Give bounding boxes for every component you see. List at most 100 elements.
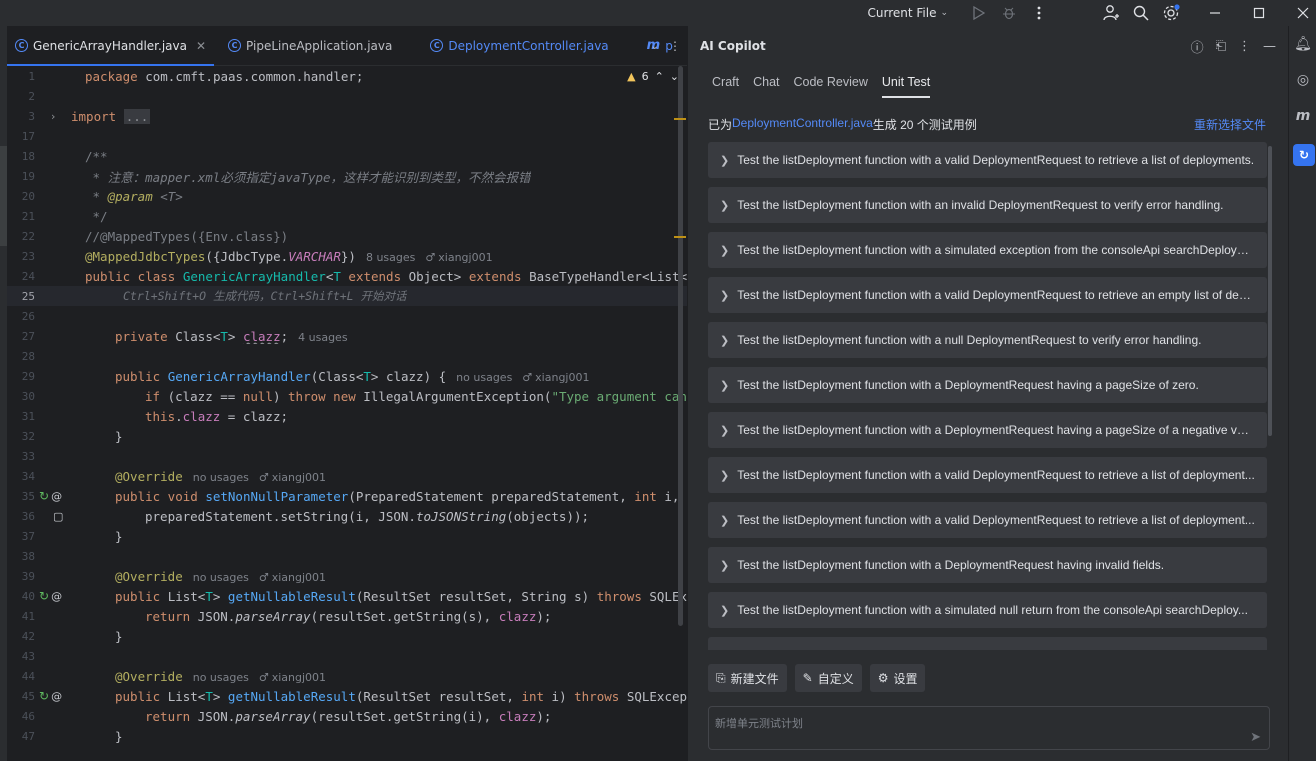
test-case-item[interactable]: ❯ Test the listDeployment function with a… <box>708 367 1267 403</box>
input-placeholder: 新增单元测试计划 <box>715 717 803 730</box>
code-line: 46 return JSON.parseArray(resultSet.getS… <box>7 706 687 726</box>
folded-imports[interactable]: ... <box>123 108 151 124</box>
usages-hint[interactable]: 8 usages <box>366 251 415 264</box>
fold-expand-icon[interactable]: › <box>51 110 55 123</box>
code-token: getNullableResult <box>227 588 356 604</box>
copilot-actions: ⎘ 新建文件 ✎ 自定义 ⚙ 设置 <box>708 664 926 692</box>
annotation-marker-icon[interactable]: @ <box>51 490 62 503</box>
customize-button[interactable]: ✎ 自定义 <box>794 664 862 692</box>
new-file-button[interactable]: ⎘ 新建文件 <box>708 664 787 692</box>
author-hint[interactable]: xiangj001 <box>272 571 326 584</box>
author-icon: ♂︎ <box>522 370 533 384</box>
code-token: ({JdbcType. <box>205 248 289 264</box>
code-token: int <box>521 688 552 704</box>
test-case-item[interactable]: ❯ Test the listDeployment function with a… <box>708 592 1267 628</box>
line-number: 41 <box>21 609 35 623</box>
test-case-item[interactable]: ❯ Test the listDeployment function with a… <box>708 502 1267 538</box>
pencil-icon: ✎ <box>802 671 813 685</box>
annotation-marker-icon[interactable]: @ <box>51 690 62 703</box>
reselect-file-link[interactable]: 重新选择文件 <box>1194 116 1266 133</box>
test-case-item[interactable]: ❯ Test the listDeployment function with a… <box>708 457 1267 493</box>
code-token: JSON. <box>197 708 236 724</box>
more-vertical-icon[interactable] <box>1028 6 1050 20</box>
code-line: 26 <box>7 306 687 326</box>
mybatis-icon[interactable]: m <box>1289 108 1316 124</box>
override-marker-icon[interactable]: ↻ <box>39 689 49 703</box>
tab-generic-array-handler[interactable]: C GenericArrayHandler.java ✕ <box>7 26 214 66</box>
minimize-icon[interactable] <box>1204 7 1226 19</box>
warning-stripe-marker[interactable] <box>674 236 686 238</box>
tab-craft[interactable]: Craft <box>712 66 739 98</box>
annotation-marker-icon[interactable]: @ <box>51 590 62 603</box>
ai-assistant-icon[interactable]: ◎ <box>1289 72 1316 88</box>
chevron-right-icon: ❯ <box>720 199 730 212</box>
test-case-item[interactable]: ❯ Test the listDeployment function with a… <box>708 322 1267 358</box>
tab-pipeline-application[interactable]: C PipeLineApplication.java <box>214 26 400 66</box>
settings-label: 设置 <box>893 671 918 686</box>
override-marker-icon[interactable]: ↻ <box>39 589 49 603</box>
settings-gear-icon[interactable] <box>1160 4 1182 22</box>
tab-list-chevron-icon[interactable]: ⌄ <box>651 41 659 52</box>
notifications-icon[interactable]: 🔔︎ <box>1289 36 1316 52</box>
code-token: (clazz == <box>167 388 243 404</box>
author-hint[interactable]: xiangj001 <box>272 671 326 684</box>
run-icon[interactable] <box>968 6 990 20</box>
override-marker-icon[interactable]: ↻ <box>39 489 49 503</box>
code-token: package <box>85 68 138 84</box>
copilot-tool-icon[interactable]: ↻ <box>1293 144 1315 166</box>
test-case-scrollbar[interactable] <box>1268 146 1272 436</box>
test-case-label: Test the listDeployment function with a … <box>737 153 1255 167</box>
maximize-icon[interactable] <box>1248 7 1270 19</box>
test-case-item[interactable]: ❯ Test the listDeployment function with a… <box>708 412 1267 448</box>
line-number: 43 <box>21 649 35 663</box>
send-icon[interactable]: ➤ <box>1250 730 1261 745</box>
tab-chat[interactable]: Chat <box>753 66 779 98</box>
warning-stripe-marker[interactable] <box>674 118 686 120</box>
usages-hint[interactable]: no usages <box>193 471 249 484</box>
code-area[interactable]: ▲ 6 ⌃ ⌄ 1 package com.cmft.paas.common.h… <box>7 66 687 761</box>
code-token: ) <box>272 388 289 404</box>
close-window-icon[interactable] <box>1292 7 1314 19</box>
debug-icon[interactable] <box>998 6 1020 20</box>
usages-hint[interactable]: 4 usages <box>298 331 347 344</box>
chevron-right-icon: ❯ <box>720 514 730 527</box>
tab-more-icon[interactable]: ⋮ <box>669 39 681 53</box>
code-token: public <box>115 688 168 704</box>
usages-hint[interactable]: no usages <box>193 571 249 584</box>
line-number: 42 <box>21 629 35 643</box>
test-plan-input[interactable]: 新增单元测试计划 ➤ <box>708 706 1270 750</box>
tab-code-review[interactable]: Code Review <box>794 66 868 98</box>
test-case-item[interactable]: ❯ Test the listDeployment function with a… <box>708 187 1267 223</box>
target-file-link[interactable]: DeploymentController.java <box>732 116 873 133</box>
test-case-item[interactable]: ❯ Test the listDeployment function with a… <box>708 277 1267 313</box>
run-config-selector[interactable]: Current File ⌄ <box>867 0 948 26</box>
code-token: extends <box>340 268 409 284</box>
history-icon[interactable]: ⎗ <box>1216 39 1226 54</box>
usages-hint[interactable]: no usages <box>193 671 249 684</box>
tab-unit-test[interactable]: Unit Test <box>882 66 930 98</box>
code-token: this <box>145 408 176 424</box>
settings-button[interactable]: ⚙ 设置 <box>869 664 926 692</box>
usages-hint[interactable]: no usages <box>456 371 512 384</box>
test-case-item-partial[interactable] <box>708 637 1267 650</box>
close-tab-icon[interactable]: ✕ <box>196 39 206 53</box>
author-hint[interactable]: xiangj001 <box>535 371 589 384</box>
tab-deployment-controller[interactable]: C DeploymentController.java <box>400 26 616 66</box>
code-token: if <box>145 388 168 404</box>
author-hint[interactable]: xiangj001 <box>438 251 492 264</box>
tab-label: GenericArrayHandler.java <box>33 38 187 53</box>
search-icon[interactable] <box>1130 5 1152 21</box>
author-icon: ♂︎ <box>258 470 269 484</box>
help-icon[interactable]: ⓘ <box>1191 37 1204 56</box>
code-token: public class <box>85 268 183 284</box>
more-vertical-icon[interactable]: ⋮ <box>1238 39 1251 54</box>
test-case-item[interactable]: ❯ Test the listDeployment function with a… <box>708 547 1267 583</box>
add-user-icon[interactable] <box>1100 4 1122 22</box>
hide-panel-icon[interactable]: — <box>1263 39 1276 54</box>
editor-scrollbar[interactable] <box>678 66 683 626</box>
test-case-item[interactable]: ❯ Test the listDeployment function with a… <box>708 232 1267 268</box>
test-case-item[interactable]: ❯ Test the listDeployment function with a… <box>708 142 1267 178</box>
author-hint[interactable]: xiangj001 <box>272 471 326 484</box>
comment-icon[interactable]: ▢ <box>53 510 63 523</box>
line-number: 32 <box>21 429 35 443</box>
